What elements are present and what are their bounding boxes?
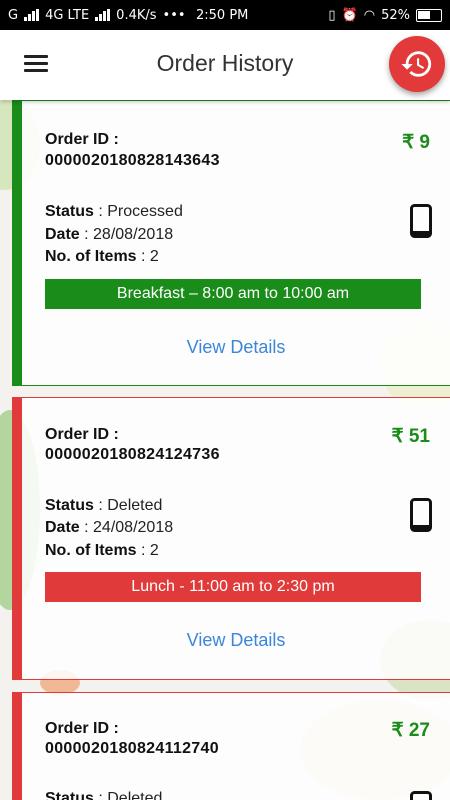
- order-id-value: 0000020180824112740: [45, 740, 219, 757]
- order-price: ₹ 9: [402, 132, 430, 153]
- network-speed: 0.4K/s: [116, 7, 157, 23]
- status-label: Status: [45, 790, 94, 800]
- status-bar: G 4G LTE 0.4K/s ••• 2:50 PM ▯ ⏰ ◠ 52%: [0, 0, 450, 30]
- items-label: No. of Items: [45, 248, 137, 265]
- history-icon: [401, 51, 432, 77]
- items-value: 2: [149, 248, 159, 265]
- network-label: 4G LTE: [45, 7, 90, 23]
- time-slot-banner: Breakfast – 8:00 am to 10:00 am: [45, 279, 421, 309]
- date-label: Date: [45, 519, 80, 536]
- more-dots: •••: [162, 7, 186, 23]
- alarm-icon: ⏰: [341, 7, 358, 23]
- clock: 2:50 PM: [196, 7, 249, 23]
- history-button[interactable]: [389, 36, 445, 92]
- mobile-phone-icon: [410, 204, 432, 238]
- items-value: 2: [149, 542, 159, 559]
- view-details-link[interactable]: View Details: [22, 630, 450, 651]
- order-id-label: Order ID :: [45, 131, 119, 148]
- carrier-label: G: [8, 7, 19, 23]
- status-label: Status: [45, 497, 94, 514]
- date-row: Date : 28/08/2018: [45, 226, 174, 243]
- status-value: Deleted: [107, 497, 163, 514]
- time-slot-banner: Lunch - 11:00 am to 2:30 pm: [45, 572, 421, 602]
- order-card[interactable]: Order ID : 0000020180824112740 ₹ 27 Stat…: [12, 692, 450, 800]
- battery-percent: 52%: [381, 7, 410, 23]
- items-label: No. of Items: [45, 542, 137, 559]
- view-details-link[interactable]: View Details: [22, 337, 450, 358]
- order-id-value: 0000020180824124736: [45, 446, 220, 463]
- status-row: Status : Processed: [45, 203, 183, 220]
- signal-icon: [24, 9, 40, 21]
- order-card[interactable]: Order ID : 0000020180828143643 ₹ 9 Statu…: [12, 100, 450, 386]
- date-row: Date : 24/08/2018: [45, 519, 174, 536]
- vibrate-icon: ▯: [328, 7, 336, 23]
- status-row: Status : Deleted: [45, 790, 162, 800]
- wifi-icon: ◠: [363, 7, 376, 23]
- mobile-phone-icon: [410, 498, 432, 532]
- status-value: Deleted: [107, 790, 163, 800]
- status-row: Status : Deleted: [45, 497, 163, 514]
- order-id-label: Order ID :: [45, 720, 119, 737]
- page-title: Order History: [156, 50, 294, 76]
- date-value: 24/08/2018: [93, 519, 174, 536]
- mobile-phone-icon: [410, 791, 432, 800]
- order-price: ₹ 27: [391, 720, 430, 741]
- items-row: No. of Items : 2: [45, 542, 159, 559]
- date-value: 28/08/2018: [93, 226, 174, 243]
- date-label: Date: [45, 226, 80, 243]
- app-bar: Order History: [0, 30, 450, 100]
- order-price: ₹ 51: [391, 426, 430, 447]
- status-label: Status: [45, 203, 94, 220]
- order-id-label: Order ID :: [45, 426, 119, 443]
- order-id-value: 0000020180828143643: [45, 152, 220, 169]
- status-value: Processed: [107, 203, 183, 220]
- items-row: No. of Items : 2: [45, 248, 159, 265]
- signal-icon-2: [95, 9, 111, 21]
- order-card[interactable]: Order ID : 0000020180824124736 ₹ 51 Stat…: [12, 397, 450, 680]
- battery-icon: [416, 8, 442, 22]
